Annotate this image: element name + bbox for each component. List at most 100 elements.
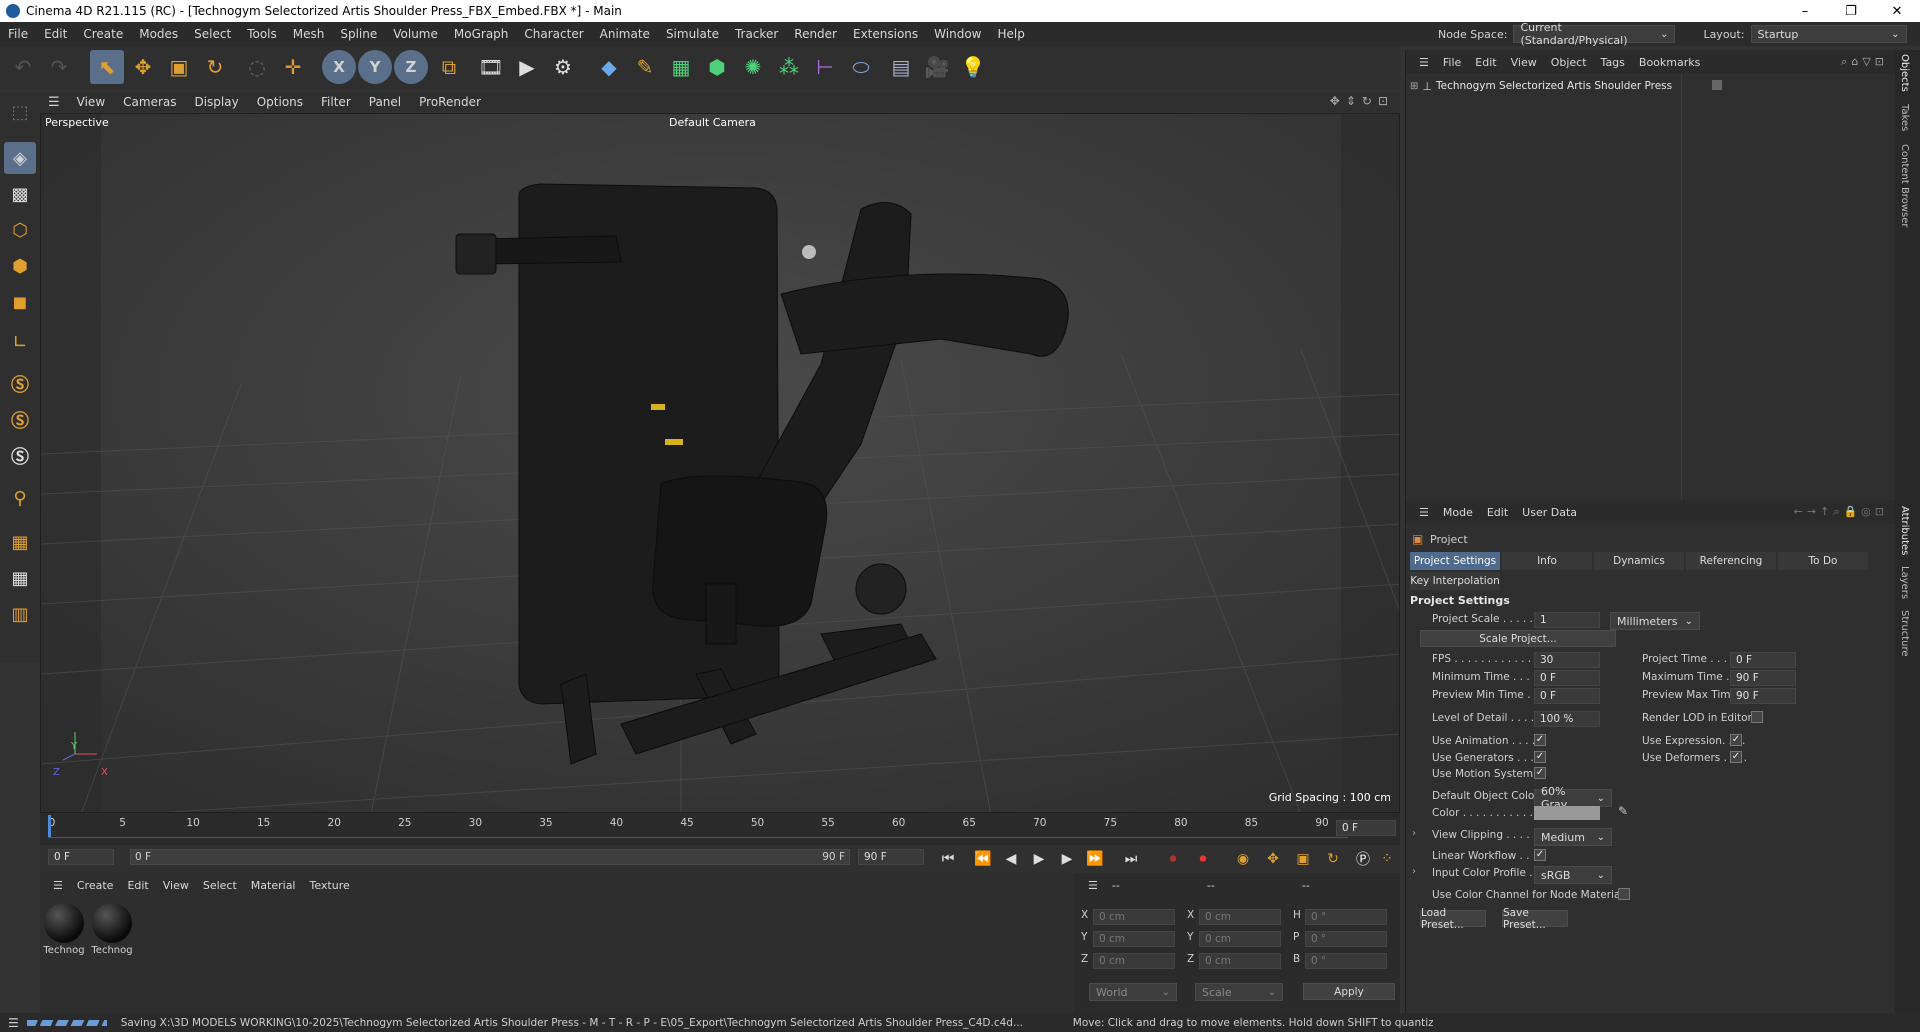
render-settings-icon[interactable]: ⚙ bbox=[546, 50, 580, 84]
workplane-icon[interactable]: ▦ bbox=[4, 526, 36, 558]
pen-spline-icon[interactable]: ✎ bbox=[628, 50, 662, 84]
menu-modes[interactable]: Modes bbox=[131, 27, 186, 41]
coord-position-field[interactable]: 0 cm bbox=[1093, 953, 1175, 969]
tweak-mode-icon[interactable]: ⚲ bbox=[4, 482, 36, 514]
color-swatch[interactable] bbox=[1534, 806, 1600, 820]
use-motion-system-checkbox[interactable]: ✓ bbox=[1534, 767, 1546, 779]
transform-tool-icon[interactable]: ✛ bbox=[276, 50, 310, 84]
viewport-menu-filter[interactable]: Filter bbox=[312, 95, 360, 109]
preview-max-time-field[interactable]: 90 F bbox=[1730, 688, 1796, 704]
menu-window[interactable]: Window bbox=[926, 27, 989, 41]
menu-extensions[interactable]: Extensions bbox=[845, 27, 926, 41]
use-generators-checkbox[interactable]: ✓ bbox=[1534, 751, 1546, 763]
coord-rotation-field[interactable]: 0 ° bbox=[1305, 931, 1387, 947]
viewport-menu-panel[interactable]: Panel bbox=[360, 95, 410, 109]
side-tab-structure[interactable]: Structure bbox=[1899, 610, 1910, 657]
menu-spline[interactable]: Spline bbox=[332, 27, 385, 41]
coord-mode-dropdown[interactable]: Scale bbox=[1195, 983, 1283, 1001]
viewport-menu-icon[interactable]: ☰ bbox=[40, 95, 68, 110]
close-button[interactable]: ✕ bbox=[1874, 4, 1920, 19]
viewport-navigation-icons[interactable]: ✥⇕↻⊡ bbox=[1330, 94, 1394, 108]
points-mode-icon[interactable]: ⬡ bbox=[4, 214, 36, 246]
use-animation-checkbox[interactable]: ✓ bbox=[1534, 734, 1546, 746]
key-move-icon[interactable]: ✥ bbox=[1262, 849, 1284, 869]
y-axis-lock-button[interactable]: Y bbox=[358, 50, 392, 84]
menu-mesh[interactable]: Mesh bbox=[285, 27, 333, 41]
menu-file[interactable]: File bbox=[0, 27, 36, 41]
snap-settings-icon[interactable]: Ⓢ bbox=[4, 404, 36, 436]
material-menu-icon[interactable]: ☰ bbox=[46, 879, 70, 892]
viewport-menu-display[interactable]: Display bbox=[185, 95, 247, 109]
input-color-profile-dropdown[interactable]: sRGB bbox=[1534, 866, 1612, 884]
viewport-menu-prorender[interactable]: ProRender bbox=[410, 95, 490, 109]
tab-dynamics[interactable]: Dynamics bbox=[1594, 552, 1684, 570]
previous-frame-icon[interactable]: ◀ bbox=[1000, 849, 1022, 869]
coord-position-field[interactable]: 0 cm bbox=[1093, 909, 1175, 925]
play-icon[interactable]: ▶ bbox=[1028, 849, 1050, 869]
key-scale-icon[interactable]: ▣ bbox=[1292, 849, 1314, 869]
objects-search-icon[interactable]: ⌕⌂▽⊡ bbox=[1834, 55, 1895, 69]
menu-select[interactable]: Select bbox=[186, 27, 239, 41]
objects-menu-tags[interactable]: Tags bbox=[1594, 56, 1632, 69]
material-menu-texture[interactable]: Texture bbox=[302, 879, 356, 892]
coords-menu-icon[interactable]: ☰ bbox=[1081, 879, 1105, 892]
record-keys-icon[interactable]: ⏺ bbox=[1162, 849, 1184, 869]
go-to-start-icon[interactable]: ⏮ bbox=[937, 849, 959, 869]
minimize-button[interactable]: – bbox=[1782, 4, 1828, 19]
objects-menu-bookmarks[interactable]: Bookmarks bbox=[1632, 56, 1707, 69]
layer-toggle-icon[interactable] bbox=[1712, 80, 1722, 90]
menu-animate[interactable]: Animate bbox=[592, 27, 658, 41]
timeline-ruler[interactable]: 0 5 10 15 20 25 30 35 40 45 50 55 60 65 70 75 80 85 90 0 F bbox=[40, 813, 1400, 845]
autokey-icon[interactable]: ⏺ bbox=[1192, 849, 1214, 869]
side-tab-attributes[interactable]: Attributes bbox=[1899, 506, 1910, 555]
preview-range-slider[interactable]: 0 F 90 F bbox=[130, 849, 850, 865]
x-axis-lock-button[interactable]: X bbox=[322, 50, 356, 84]
material-menu-material[interactable]: Material bbox=[244, 879, 303, 892]
material-menu-select[interactable]: Select bbox=[196, 879, 244, 892]
playhead[interactable] bbox=[48, 815, 51, 837]
project-time-field[interactable]: 0 F bbox=[1730, 652, 1796, 668]
perspective-viewport[interactable]: Perspective Default Camera Grid Spacing … bbox=[40, 113, 1400, 813]
cube-object-icon[interactable]: ◆ bbox=[592, 50, 626, 84]
project-scale-unit-dropdown[interactable]: Millimeters bbox=[1610, 612, 1700, 630]
view-clipping-dropdown[interactable]: Medium bbox=[1534, 828, 1612, 846]
side-tab-content-browser[interactable]: Content Browser bbox=[1899, 144, 1910, 227]
material-swatch[interactable]: Technog bbox=[90, 901, 134, 959]
status-menu-icon[interactable]: ☰ bbox=[0, 1016, 27, 1030]
viewport-camera-name[interactable]: Default Camera bbox=[669, 116, 756, 129]
render-lod-checkbox[interactable] bbox=[1751, 711, 1763, 723]
key-pla-icon[interactable]: ⁘ bbox=[1376, 849, 1398, 869]
array-icon[interactable]: ⁂ bbox=[772, 50, 806, 84]
input-profile-expand-icon[interactable]: › bbox=[1412, 866, 1416, 877]
texture-mode-icon[interactable]: ▩ bbox=[4, 178, 36, 210]
next-key-icon[interactable]: ⏩ bbox=[1084, 849, 1106, 869]
coord-size-field[interactable]: 0 cm bbox=[1199, 931, 1281, 947]
load-preset-button[interactable]: Load Preset... bbox=[1420, 907, 1486, 931]
objects-menu-file[interactable]: File bbox=[1436, 56, 1468, 69]
tab-referencing[interactable]: Referencing bbox=[1686, 552, 1776, 570]
camera-object-icon[interactable]: 🎥 bbox=[920, 50, 954, 84]
viewport-menu-options[interactable]: Options bbox=[248, 95, 312, 109]
save-preset-button[interactable]: Save Preset... bbox=[1502, 907, 1568, 931]
use-deformers-checkbox[interactable]: ✓ bbox=[1730, 751, 1742, 763]
linear-workflow-checkbox[interactable]: ✓ bbox=[1534, 849, 1546, 861]
level-of-detail-field[interactable]: 100 % bbox=[1534, 711, 1600, 727]
attributes-nav-icons[interactable]: ←→↑⌕🔒◎⊡ bbox=[1787, 505, 1895, 519]
objects-menu-edit[interactable]: Edit bbox=[1468, 56, 1503, 69]
expand-icon[interactable]: ⊞ bbox=[1410, 81, 1418, 92]
scale-tool-icon[interactable]: ▣ bbox=[162, 50, 196, 84]
coord-size-field[interactable]: 0 cm bbox=[1199, 953, 1281, 969]
project-scale-field[interactable]: 1 bbox=[1534, 612, 1600, 628]
fps-field[interactable]: 30 bbox=[1534, 652, 1600, 668]
menu-mograph[interactable]: MoGraph bbox=[446, 27, 517, 41]
axis-mode-icon[interactable]: ∟ bbox=[4, 326, 36, 358]
use-expression-checkbox[interactable]: ✓ bbox=[1730, 734, 1742, 746]
go-to-end-icon[interactable]: ⏭ bbox=[1120, 849, 1142, 869]
model-mode-icon[interactable]: ◈ bbox=[4, 142, 36, 174]
snap-icon[interactable]: Ⓢ bbox=[4, 368, 36, 400]
objects-menu-view[interactable]: View bbox=[1504, 56, 1544, 69]
use-color-channel-checkbox[interactable] bbox=[1618, 888, 1630, 900]
polygons-mode-icon[interactable]: ◼ bbox=[4, 286, 36, 318]
minimum-time-field[interactable]: 0 F bbox=[1534, 670, 1600, 686]
default-object-color-dropdown[interactable]: 60% Gray bbox=[1534, 785, 1612, 811]
